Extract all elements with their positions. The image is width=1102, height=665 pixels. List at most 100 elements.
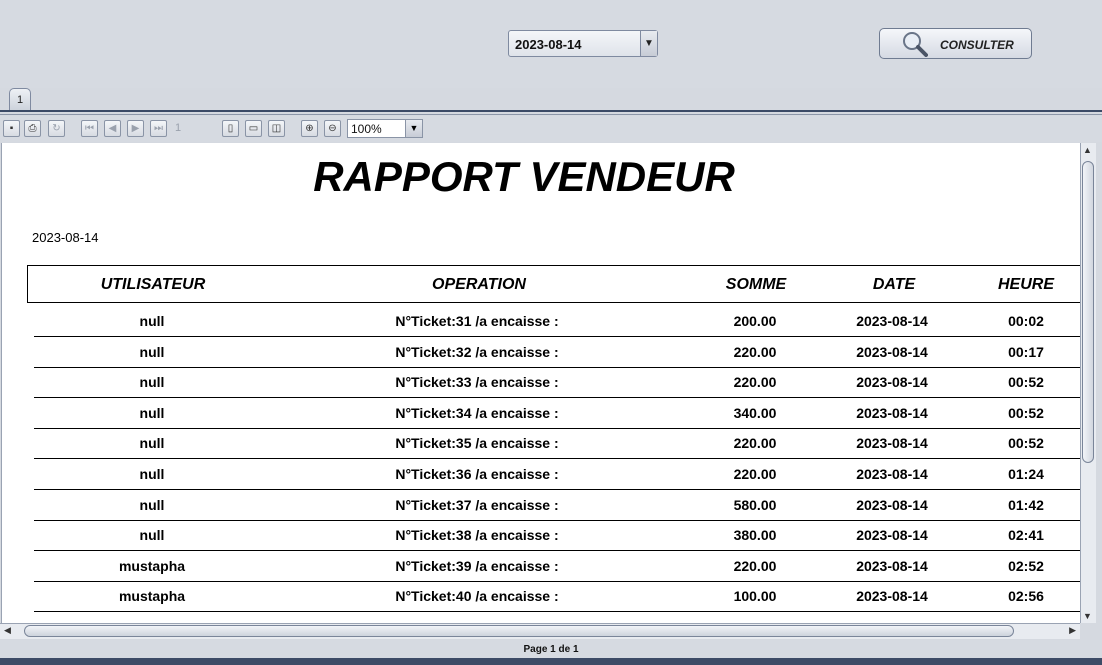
table-row: null N°Ticket:38 /a encaisse : 380.00 2023-… [34,520,1081,552]
filter-bar: 2023-08-14 ▼ CONSULTER [0,0,1102,88]
table-row: mustapha N°Ticket:40 /a encaisse : 100.00 2… [34,581,1081,613]
table-row: null N°Ticket:37 /a encaisse : 580.00 2023-… [34,490,1081,521]
column-header-time: HEURE [997,276,1054,293]
cell-time: 00:52 [1008,435,1044,452]
cell-time: 02:56 [1008,588,1044,605]
actual-size-icon[interactable]: ▯ [222,120,239,137]
window-bottom-border [0,658,1102,665]
cell-time: 00:17 [1008,343,1044,360]
cell-user: null [139,374,165,391]
tab-1[interactable]: 1 [9,88,31,110]
table-row: null N°Ticket:36 /a encaisse : 220.00 2023-… [34,459,1081,490]
cell-operation: N°Ticket:33 /a encaisse : [395,374,559,391]
table-row: null N°Ticket:31 /a encaisse : 200.00 2023-… [34,306,1081,337]
save-icon[interactable]: ▪ [3,120,20,137]
column-header-user: UTILISATEUR [100,276,206,293]
cell-user: null [139,404,165,421]
zoom-select[interactable]: 100% ▼ [347,119,423,138]
cell-operation: N°Ticket:38 /a encaisse : [395,527,559,544]
cell-operation: N°Ticket:36 /a encaisse : [395,466,559,482]
cell-sum: 220.00 [733,374,777,391]
vertical-scroll-thumb[interactable] [1082,161,1094,463]
cell-user: null [139,466,165,482]
cell-sum: 220.00 [733,557,777,574]
cell-date: 2023-08-14 [856,496,928,513]
cell-user: mustapha [118,588,186,605]
consult-button[interactable]: CONSULTER [879,28,1032,59]
cell-time: 02:41 [1008,527,1044,544]
print-icon[interactable]: ⎙ [24,120,41,137]
table-row: null N°Ticket:33 /a encaisse : 220.00 2023-… [34,367,1081,399]
cell-operation: N°Ticket:31 /a encaisse : [395,313,559,329]
cell-operation: N°Ticket:32 /a encaisse : [395,343,559,360]
last-page-icon[interactable]: ⏭ [150,120,167,137]
chevron-down-icon[interactable]: ▼ [405,120,422,137]
scroll-down-icon[interactable]: ▼ [1083,611,1092,621]
tab-divider [0,110,1102,112]
cell-user: null [139,435,165,452]
date-select[interactable]: 2023-08-14 ▼ [508,30,658,57]
cell-user: null [139,313,165,329]
cell-sum: 100.00 [733,588,777,605]
cell-sum: 200.00 [733,313,777,329]
cell-operation: N°Ticket:34 /a encaisse : [395,404,559,421]
table-row: null N°Ticket:35 /a encaisse : 220.00 2023-… [34,428,1081,460]
column-header-operation: OPERATION [432,276,526,293]
cell-date: 2023-08-14 [856,343,928,360]
next-page-icon[interactable]: ▶ [127,120,144,137]
reload-icon[interactable]: ↻ [48,120,65,137]
cell-date: 2023-08-14 [856,466,928,482]
zoom-in-icon[interactable]: ⊕ [301,120,318,137]
report-title: RAPPORT VENDEUR [313,153,735,200]
consult-button-label: CONSULTER [940,38,1014,52]
zoom-out-icon[interactable]: ⊖ [324,120,341,137]
cell-sum: 580.00 [733,496,777,513]
report-page: RAPPORT VENDEUR 2023-08-14 UTILISATEUR O… [1,143,1081,623]
cell-time: 00:52 [1008,404,1044,421]
table-row: null N°Ticket:34 /a encaisse : 340.00 2023-… [34,398,1081,429]
cell-sum: 380.00 [733,527,777,544]
vertical-scrollbar[interactable]: ▲ ▼ [1080,143,1096,623]
cell-time: 00:52 [1008,374,1044,391]
cell-date: 2023-08-14 [856,557,928,574]
horizontal-scroll-thumb[interactable] [24,625,1014,637]
cell-sum: 220.00 [733,435,777,452]
viewer-toolbar: ▪ ⎙ ↻ ⏮ ◀ ▶ ⏭ 1 ▯ ▭ ◫ ⊕ ⊖ 100% ▼ [0,116,1102,142]
column-header-date: DATE [872,276,916,293]
search-icon [903,32,928,57]
scroll-right-icon[interactable]: ▶ [1069,625,1076,636]
cell-operation: N°Ticket:39 /a encaisse : [395,557,559,574]
table-row: null N°Ticket:32 /a encaisse : 220.00 2023-… [34,337,1081,368]
cell-date: 2023-08-14 [856,588,928,605]
cell-date: 2023-08-14 [856,404,928,421]
page-number-field[interactable]: 1 [172,120,211,137]
toolbar-divider [0,114,1102,115]
zoom-value: 100% [351,122,382,136]
report-date: 2023-08-14 [32,230,99,245]
table-row: mustapha N°Ticket:39 /a encaisse : 220.00 2… [34,551,1081,582]
chevron-down-icon[interactable]: ▼ [640,31,657,56]
cell-date: 2023-08-14 [856,527,928,544]
previous-page-icon[interactable]: ◀ [104,120,121,137]
cell-operation: N°Ticket:35 /a encaisse : [395,435,559,452]
scroll-up-icon[interactable]: ▲ [1083,145,1092,155]
cell-user: null [139,343,165,360]
horizontal-scrollbar[interactable]: ◀ ▶ [0,623,1080,639]
cell-time: 01:42 [1008,496,1044,513]
cell-date: 2023-08-14 [856,374,928,391]
cell-time: 02:52 [1008,557,1044,574]
cell-sum: 220.00 [733,343,777,360]
cell-time: 01:24 [1008,466,1044,482]
cell-user: null [139,496,165,513]
fit-width-icon[interactable]: ◫ [268,120,285,137]
date-select-value: 2023-08-14 [515,37,582,52]
fit-page-icon[interactable]: ▭ [245,120,262,137]
cell-user: null [139,527,165,544]
cell-operation: N°Ticket:40 /a encaisse : [395,588,559,605]
first-page-icon[interactable]: ⏮ [81,120,98,137]
page-status: Page 1 de 1 [0,640,1102,658]
column-header-sum: SOMME [725,276,787,293]
cell-operation: N°Ticket:37 /a encaisse : [395,496,559,513]
cell-sum: 340.00 [733,404,777,421]
scroll-left-icon[interactable]: ◀ [4,625,11,636]
